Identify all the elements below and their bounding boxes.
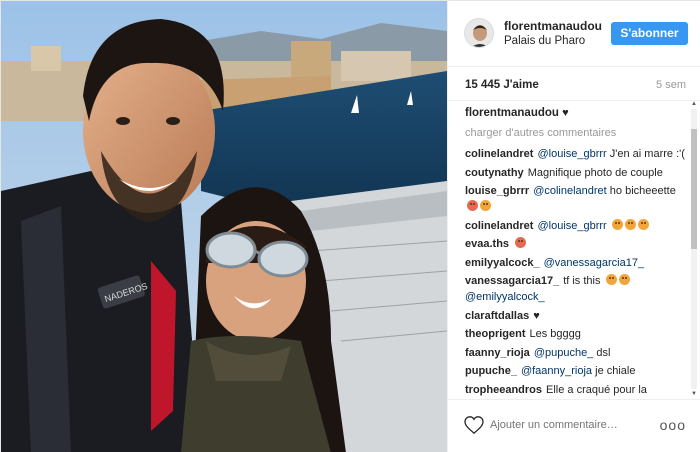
comment-username[interactable]: faanny_rioja: [465, 347, 530, 359]
avatar-image: [465, 19, 493, 47]
post-location[interactable]: Palais du Pharo: [504, 35, 585, 47]
follow-button[interactable]: S'abonner: [611, 22, 688, 45]
selfie-photo: NADEROS: [1, 1, 447, 452]
comment-username[interactable]: evaa.ths: [465, 238, 509, 250]
avatar[interactable]: [464, 18, 494, 48]
comment-mention[interactable]: @faanny_rioja: [521, 365, 592, 377]
post-sidebar: florentmanaudou Palais du Pharo S'abonne…: [447, 1, 700, 452]
comment-text: Les bgggg: [529, 328, 581, 340]
comment-username[interactable]: claraftdallas: [465, 310, 529, 322]
heart-icon: ♥: [562, 107, 569, 119]
cat-emoji-icon: [637, 218, 649, 230]
comment-item: evaa.ths: [465, 236, 687, 252]
comment-username[interactable]: tropheeandros: [465, 384, 542, 396]
comment-mention[interactable]: @louise_gbrrr: [537, 220, 606, 232]
comment-username[interactable]: louise_gbrrr: [465, 185, 529, 197]
comment-mention[interactable]: @louise_gbrrr: [537, 148, 606, 160]
comment-text: tf is this: [563, 275, 601, 287]
comment-item: tropheeandros Elle a craqué pour la: [465, 382, 687, 398]
post-caption: florentmanaudou ♥: [465, 107, 569, 119]
scrollbar-thumb[interactable]: [691, 129, 697, 249]
post-header: florentmanaudou Palais du Pharo S'abonne…: [448, 1, 700, 67]
cat-emoji-icon: [624, 218, 636, 230]
comment-item: colinelandret @louise_gbrrr: [465, 218, 687, 234]
comment-mention[interactable]: @emilyyalcock_: [465, 291, 545, 303]
comment-username[interactable]: coutynathy: [465, 167, 524, 179]
post-time[interactable]: 5 sem: [656, 79, 686, 91]
scroll-up-icon[interactable]: ▲: [691, 100, 697, 108]
comment-item: emilyyalcock_ @vanessagarcia17_: [465, 255, 687, 271]
comment-username[interactable]: pupuche_: [465, 365, 517, 377]
cat-emoji-icon: [611, 218, 623, 230]
comment-username[interactable]: theoprigent: [465, 328, 526, 340]
comment-mention[interactable]: @pupuche_: [534, 347, 594, 359]
heart-icon: ♥: [533, 309, 540, 322]
heart-eyes-emoji-icon: [515, 237, 527, 248]
cat-emoji-icon: [618, 274, 630, 285]
cat-emoji-icon: [605, 274, 617, 285]
sad-emoji-icon: [467, 200, 478, 211]
comment-item: claraftdallas ♥: [465, 308, 687, 324]
caption-username[interactable]: florentmanaudou: [465, 107, 559, 119]
comment-username[interactable]: emilyyalcock_: [465, 257, 540, 269]
more-options-icon[interactable]: ooo: [660, 417, 686, 433]
comment-text: ho bicheeette: [609, 185, 676, 197]
cat-emoji-icon: [480, 200, 491, 211]
post-username[interactable]: florentmanaudou: [504, 19, 602, 33]
comment-username[interactable]: colinelandret: [465, 220, 533, 232]
add-comment-input[interactable]: [490, 419, 640, 431]
comment-item: louise_gbrrr @colinelandret ho bicheeette: [465, 183, 687, 215]
comment-list: colinelandret @louise_gbrrr J'en ai marre…: [465, 146, 687, 399]
comment-text: Magnifique photo de couple: [527, 166, 663, 179]
comment-item: pupuche_ @faanny_rioja je chiale: [465, 363, 687, 379]
post-photo[interactable]: NADEROS: [1, 1, 447, 452]
comment-text: je chiale: [595, 365, 636, 377]
comment-item: faanny_rioja @pupuche_ dsl: [465, 345, 687, 361]
post-footer: ooo: [448, 399, 700, 452]
comment-text: dsl: [596, 346, 611, 359]
comment-username[interactable]: colinelandret: [465, 148, 533, 160]
comment-text: J'en ai marre :'(: [609, 148, 685, 160]
comment-item: colinelandret @louise_gbrrr J'en ai marre…: [465, 146, 687, 162]
post-stats: 15 445 J'aime 5 sem: [448, 67, 700, 101]
load-more-comments[interactable]: charger d'autres commentaires: [465, 127, 616, 139]
likes-count[interactable]: 15 445 J'aime: [465, 79, 539, 91]
comment-text: Elle a craqué pour la: [546, 383, 647, 396]
comment-item: vanessagarcia17_ tf is this @emilyyalcock…: [465, 273, 687, 305]
instagram-post: NADEROS florentmanaudou Palais du Pharo …: [0, 0, 700, 452]
comments-scrollbar[interactable]: ▲ ▼: [691, 101, 697, 397]
comment-item: coutynathy Magnifique photo de couple: [465, 165, 687, 181]
comment-mention[interactable]: @colinelandret: [533, 185, 607, 197]
scroll-down-icon[interactable]: ▼: [691, 390, 697, 398]
comments-section: florentmanaudou ♥ charger d'autres comme…: [448, 101, 700, 399]
comment-username[interactable]: vanessagarcia17_: [465, 275, 559, 287]
heart-outline-icon[interactable]: [464, 416, 484, 434]
comment-mention[interactable]: @vanessagarcia17_: [544, 257, 644, 269]
comment-item: theoprigent Les bgggg: [465, 326, 687, 342]
